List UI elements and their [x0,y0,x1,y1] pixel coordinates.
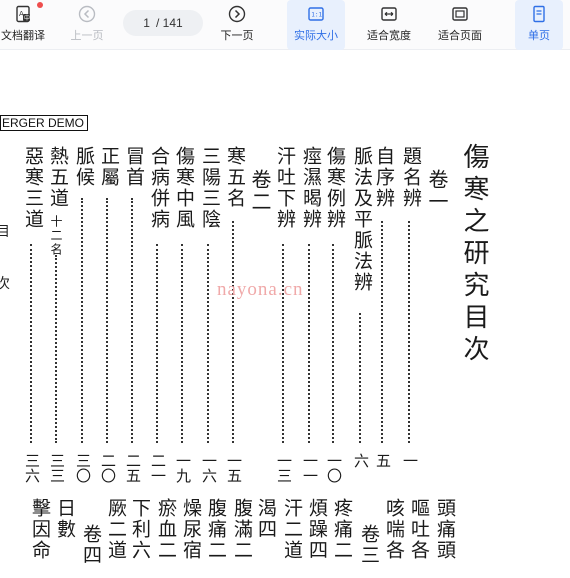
dotted-leader [381,221,383,443]
notification-dot [37,2,43,8]
toc-entry-title[interactable]: 卷三 [356,524,383,566]
toc-entry-title[interactable]: 厥二道 [103,498,130,561]
document-page: ERGER DEMO 傷寒之研究目次 卷一 題名辨一自序辨五脈法及平脈法辨六傷寒例… [0,51,570,578]
prev-page-label: 上一页 [70,29,104,42]
toc-entry-title[interactable]: 脈候 [71,146,98,188]
toc-entry-title[interactable]: 咳喘各 [381,498,408,561]
single-page-icon [533,5,545,23]
toc-entry-title[interactable]: 題名辨 [398,146,425,209]
toc-entry-title[interactable]: 腹痛二 [203,498,230,561]
toc-entry-page: 三六 [23,453,41,483]
dotted-leader [332,244,334,443]
dotted-leader [30,244,32,443]
toc-entry-title[interactable]: 汗二道 [279,498,306,561]
toc-entry-page: 二五 [124,453,142,483]
next-page-button[interactable]: 下一页 [214,0,260,50]
dotted-leader [408,221,410,443]
chevron-left-circle-icon [78,5,96,23]
toc-entry-page: 一六 [200,453,218,483]
current-page: 1 [143,16,150,30]
toc-entry-page: 一九 [174,453,192,483]
actual-size-button[interactable]: 1:1 实际大小 [287,0,345,50]
toc-entry-page: 一五 [225,453,243,483]
toc-entry-title[interactable]: 脈法及平脈法辨 [349,146,376,293]
toc-entry-title[interactable]: 惡寒三道 [20,146,47,230]
actual-size-icon: 1:1 [308,7,324,21]
translate-document-button[interactable]: A 中 文档翻译 [0,0,46,50]
toc-entry-title[interactable]: 寒五名 [222,146,249,209]
toc-entry-note: 十二名 [49,215,63,257]
fit-width-icon [381,7,397,21]
toc-entry-title[interactable]: 渴四 [253,498,280,540]
toc-entry-page: 二一 [149,453,167,483]
toc-entry-page: 一 [401,453,419,468]
toc-entry-title[interactable]: 卷四 [78,524,105,566]
fit-page-icon [452,7,468,21]
toc-entry-title[interactable]: 瘀血二 [153,498,180,561]
toc-entry-title[interactable]: 下利六 [127,498,154,561]
dotted-leader [131,198,133,443]
toc-entry-page: 一一 [301,453,319,483]
watermark: nayona.cn [217,279,304,300]
chevron-right-circle-icon [228,5,246,23]
toc-entry-page: 三三 [48,453,66,483]
next-page-label: 下一页 [220,29,254,42]
demo-stamp: ERGER DEMO [0,115,89,131]
translate-label: 文档翻译 [1,29,45,42]
toc-entry-title[interactable]: 煩躁四 [304,498,331,561]
actual-size-label: 实际大小 [294,29,338,42]
toc-entry-title[interactable]: 痙濕暍辨 [298,146,325,230]
fit-width-button[interactable]: 适合宽度 [361,0,417,50]
edge-char: 目 [0,224,10,240]
toc-entry-page: 六 [352,453,370,468]
toc-entry-title[interactable]: 擊因命 [27,498,54,561]
fit-page-button[interactable]: 适合页面 [432,0,488,50]
contents-title: 傷寒之研究目次 [459,143,489,367]
toc-entry-title[interactable]: 卷二 [246,169,275,213]
toc-entry-title[interactable]: 熱五道 [45,146,72,209]
toc-entry-page: 一〇 [325,453,343,483]
document-translate-icon: A 中 [16,5,30,23]
dotted-leader [156,244,158,443]
toc-entry-page: 一三 [275,453,293,483]
toc-entry-title[interactable]: 正屬 [96,146,123,188]
dotted-leader [359,313,361,443]
toc-entry-title[interactable]: 疼痛二 [329,498,356,561]
toc-entry-title[interactable]: 嘔吐各 [406,498,433,561]
toc-entry-title[interactable]: 腹滿二 [229,498,256,561]
toc-entry-page: 二〇 [99,453,117,483]
toc-entry-title[interactable]: 傷寒中風 [171,146,198,230]
dotted-leader [181,244,183,443]
page-number-input[interactable]: 1 / 141 [123,10,203,36]
single-page-button[interactable]: 单页 [515,0,563,50]
svg-text:中: 中 [24,14,30,22]
toc-entry-title[interactable]: 燥尿宿 [178,498,205,561]
toc-entry-title[interactable]: 日數 [52,498,79,540]
fit-page-label: 适合页面 [438,29,482,42]
dotted-leader [106,198,108,443]
dotted-leader [282,244,284,443]
dotted-leader [81,198,83,443]
toc-entry-title[interactable]: 傷寒例辨 [322,146,349,230]
svg-text:1:1: 1:1 [311,12,322,19]
toc-entry-page: 五 [374,453,392,468]
toolbar: A 中 文档翻译 上一页 1 / 141 下一页 1:1 实际大小 适合宽度 适… [0,0,570,50]
total-pages: / 141 [155,16,183,30]
toc-entry-title[interactable]: 冒首 [121,146,148,188]
toc-entry-page: 三〇 [74,453,92,483]
dotted-leader [232,221,234,443]
toc-entry-title[interactable]: 汗吐下辨 [272,146,299,230]
dotted-leader [308,244,310,443]
toc-entry-title[interactable]: 頭痛頭 [432,498,459,561]
single-page-label: 单页 [528,29,550,42]
toc-entry-title[interactable]: 卷一 [423,169,452,213]
toc-entry-title[interactable]: 合病併病 [146,146,173,230]
fit-width-label: 适合宽度 [367,29,411,42]
dotted-leader [55,255,57,443]
dotted-leader [207,244,209,443]
prev-page-button[interactable]: 上一页 [64,0,110,50]
toc-entry-title[interactable]: 三陽三陰 [197,146,224,230]
edge-char: 次 [0,276,10,292]
